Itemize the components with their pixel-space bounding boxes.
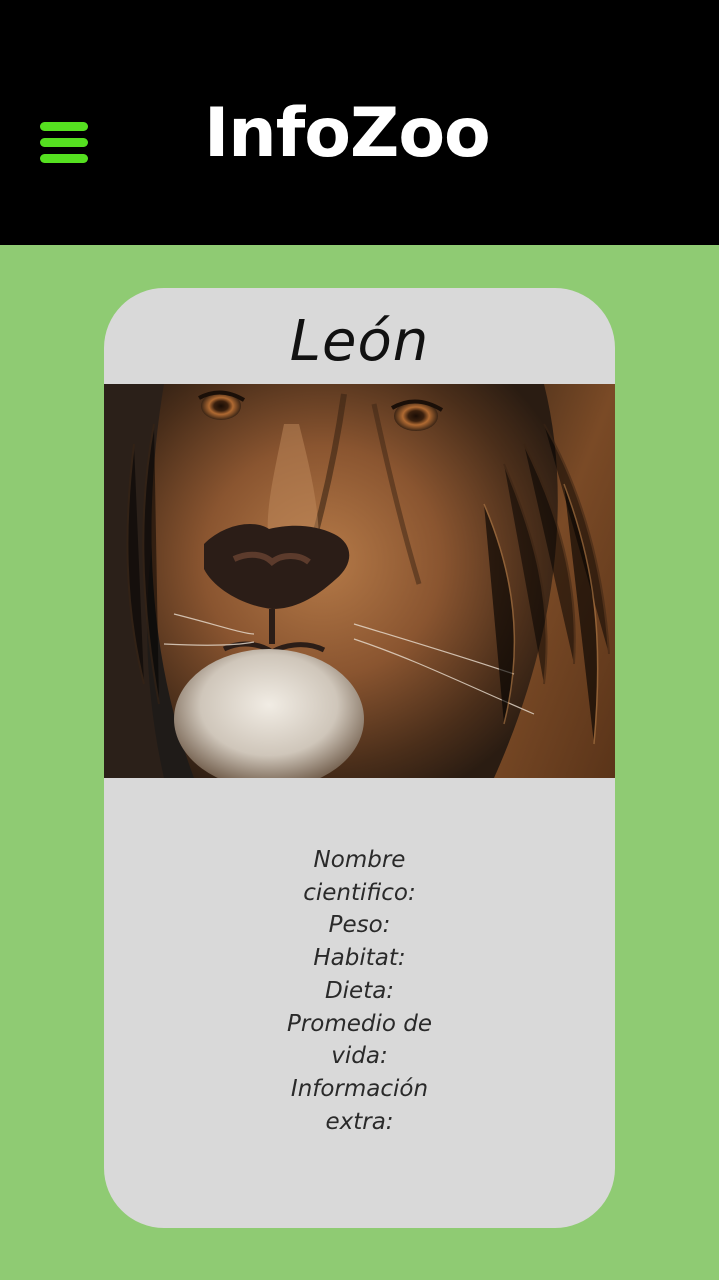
- fact-extra-info: Información extra:: [290, 1075, 429, 1135]
- animal-name: León: [289, 309, 430, 374]
- menu-bar-middle: [40, 138, 88, 147]
- animal-card: León Nombre cientifico: Peso: Habitat: D…: [104, 288, 615, 1228]
- lion-face-photo: [104, 384, 615, 778]
- menu-bar-top: [40, 122, 88, 131]
- app-title: InfoZoo: [204, 94, 491, 173]
- fact-diet: Dieta:: [324, 977, 395, 1004]
- hamburger-menu-icon[interactable]: [38, 120, 90, 166]
- fact-scientific-name: Nombre cientifico:: [303, 847, 416, 906]
- app-header: InfoZoo: [0, 0, 719, 245]
- fact-habitat: Habitat:: [313, 945, 406, 972]
- fact-weight: Peso:: [328, 912, 391, 939]
- animal-facts: Nombre cientifico: Peso: Habitat: Dieta:…: [104, 844, 615, 1138]
- menu-bar-bottom: [40, 154, 88, 163]
- fact-lifespan: Promedio de vida:: [286, 1010, 433, 1070]
